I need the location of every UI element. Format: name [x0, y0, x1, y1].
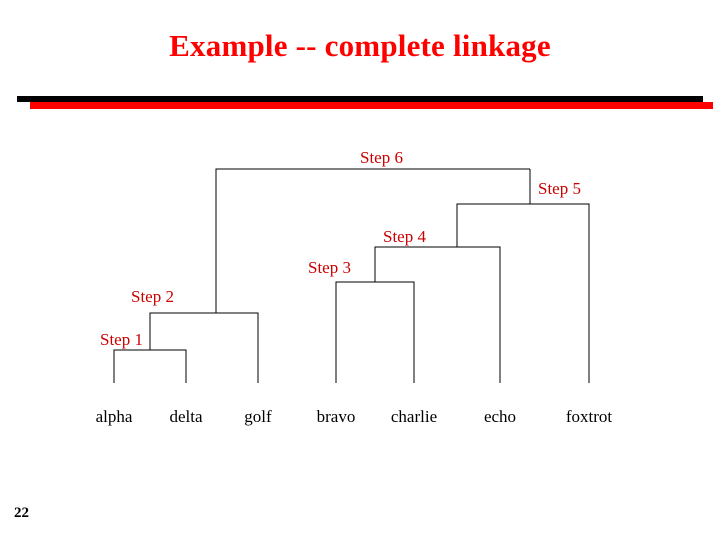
page-number: 22	[14, 505, 29, 521]
leaf-label-delta: delta	[169, 407, 202, 426]
dendrogram-chart: Step 1 Step 2 Step 3 Step 4 Step 5 Step 6 alp…	[0, 0, 720, 540]
leaf-label-golf: golf	[244, 407, 272, 426]
dendrogram-link	[149, 312, 259, 383]
dendrogram-links	[113, 168, 590, 383]
step-label-6: Step 6	[360, 148, 403, 167]
step-label-1: Step 1	[100, 330, 143, 349]
dendrogram-link	[374, 246, 501, 383]
leaf-label-alpha: alpha	[96, 407, 133, 426]
dendrogram-step-labels: Step 1 Step 2 Step 3 Step 4 Step 5 Step 6	[100, 148, 581, 349]
leaf-label-charlie: charlie	[391, 407, 437, 426]
dendrogram-link	[335, 281, 415, 383]
step-label-2: Step 2	[131, 287, 174, 306]
leaf-label-echo: echo	[484, 407, 516, 426]
step-label-4: Step 4	[383, 227, 426, 246]
step-label-3: Step 3	[308, 258, 351, 277]
slide-canvas: Example -- complete linkage Step 1 Step 2…	[0, 0, 720, 540]
step-label-5: Step 5	[538, 179, 581, 198]
dendrogram-link	[215, 168, 530, 313]
dendrogram-link	[113, 349, 187, 383]
dendrogram-leaf-labels: alpha delta golf bravo charlie echo foxtrot	[96, 407, 613, 426]
leaf-label-bravo: bravo	[317, 407, 356, 426]
dendrogram-link	[456, 203, 590, 383]
leaf-label-foxtrot: foxtrot	[566, 407, 613, 426]
